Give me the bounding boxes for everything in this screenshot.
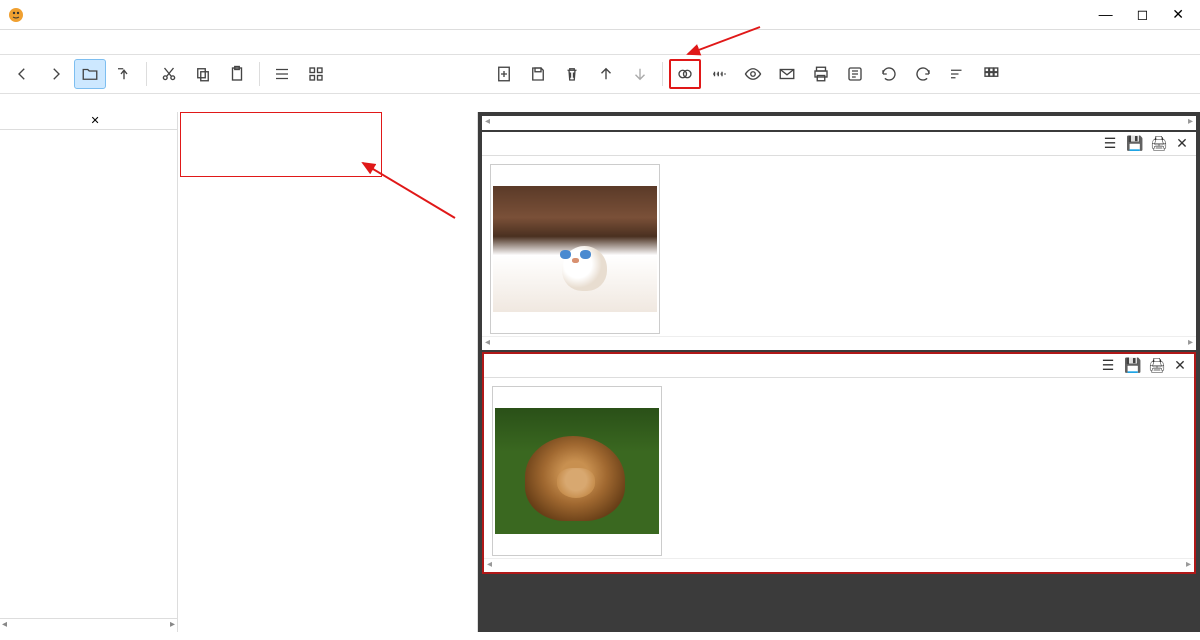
move-up-button[interactable] [590,59,622,89]
app-icon [8,7,24,23]
page-thumbnail[interactable] [490,164,660,334]
print-button[interactable] [805,59,837,89]
doc-save-icon[interactable]: 💾 [1126,135,1142,152]
delete-button[interactable] [556,59,588,89]
rotate-left-button[interactable] [873,59,905,89]
up-folder-button[interactable] [108,59,140,89]
folder-tree[interactable] [0,130,177,618]
menu-view[interactable] [56,40,76,44]
cut-button[interactable] [153,59,185,89]
menu-edit[interactable] [32,40,52,44]
rotate-right-button[interactable] [907,59,939,89]
merge-button[interactable] [669,59,701,89]
folder-panel-close[interactable]: ✕ [87,114,178,127]
grid-view-button[interactable] [300,59,332,89]
move-down-button[interactable] [624,59,656,89]
menubar [0,30,1200,54]
window-titlebar: — ◻ ✕ [0,0,1200,30]
document-panel-1[interactable]: ☰ 💾 🖨 ✕ ◂▸ [482,132,1196,350]
menu-tools[interactable] [80,40,100,44]
doc-stub-scrollbar[interactable]: ◂▸ [482,116,1196,130]
file-list-panel [178,112,478,632]
lion-image [495,408,659,534]
doc-scrollbar[interactable]: ◂▸ [482,336,1196,350]
list-view-button[interactable] [266,59,298,89]
tree-scrollbar[interactable]: ◂▸ [0,618,177,632]
open-folder-button[interactable] [74,59,106,89]
doc-close-icon[interactable]: ✕ [1174,135,1190,152]
path-bar [0,94,1200,112]
paste-button[interactable] [221,59,253,89]
toolbar-right [478,55,1198,93]
page-thumbnail[interactable] [492,386,662,556]
doc-print-icon[interactable]: 🖨 [1150,135,1166,152]
file-list[interactable] [178,112,477,116]
doc-print-icon[interactable]: 🖨 [1148,357,1164,374]
back-button[interactable] [6,59,38,89]
preview-button[interactable] [737,59,769,89]
selection-annotation [180,112,382,177]
save-button[interactable] [522,59,554,89]
forward-button[interactable] [40,59,72,89]
doc-close-icon[interactable]: ✕ [1172,357,1188,374]
doc-scrollbar[interactable]: ◂▸ [484,558,1194,572]
folder-tree-panel: ✕ ◂▸ [0,112,178,632]
tiles-button[interactable] [975,59,1007,89]
menu-help[interactable] [104,40,124,44]
email-button[interactable] [771,59,803,89]
fax-button[interactable] [839,59,871,89]
menu-file[interactable] [8,40,28,44]
cat-image [493,186,657,312]
sort-button[interactable] [941,59,973,89]
minimize-button[interactable]: — [1099,6,1113,23]
maximize-button[interactable]: ◻ [1137,6,1149,23]
close-button[interactable]: ✕ [1172,6,1184,23]
doc-menu-icon[interactable]: ☰ [1102,135,1118,152]
doc-menu-icon[interactable]: ☰ [1100,357,1116,374]
new-doc-button[interactable] [488,59,520,89]
doc-save-icon[interactable]: 💾 [1124,357,1140,374]
document-panel-2[interactable]: ☰ 💾 🖨 ✕ ◂▸ [482,352,1196,574]
preview-panel: ◂▸ ☰ 💾 🖨 ✕ ◂▸ ☰ 💾 [478,112,1200,632]
toolbar-left [0,55,478,93]
compress-button[interactable] [703,59,735,89]
copy-button[interactable] [187,59,219,89]
